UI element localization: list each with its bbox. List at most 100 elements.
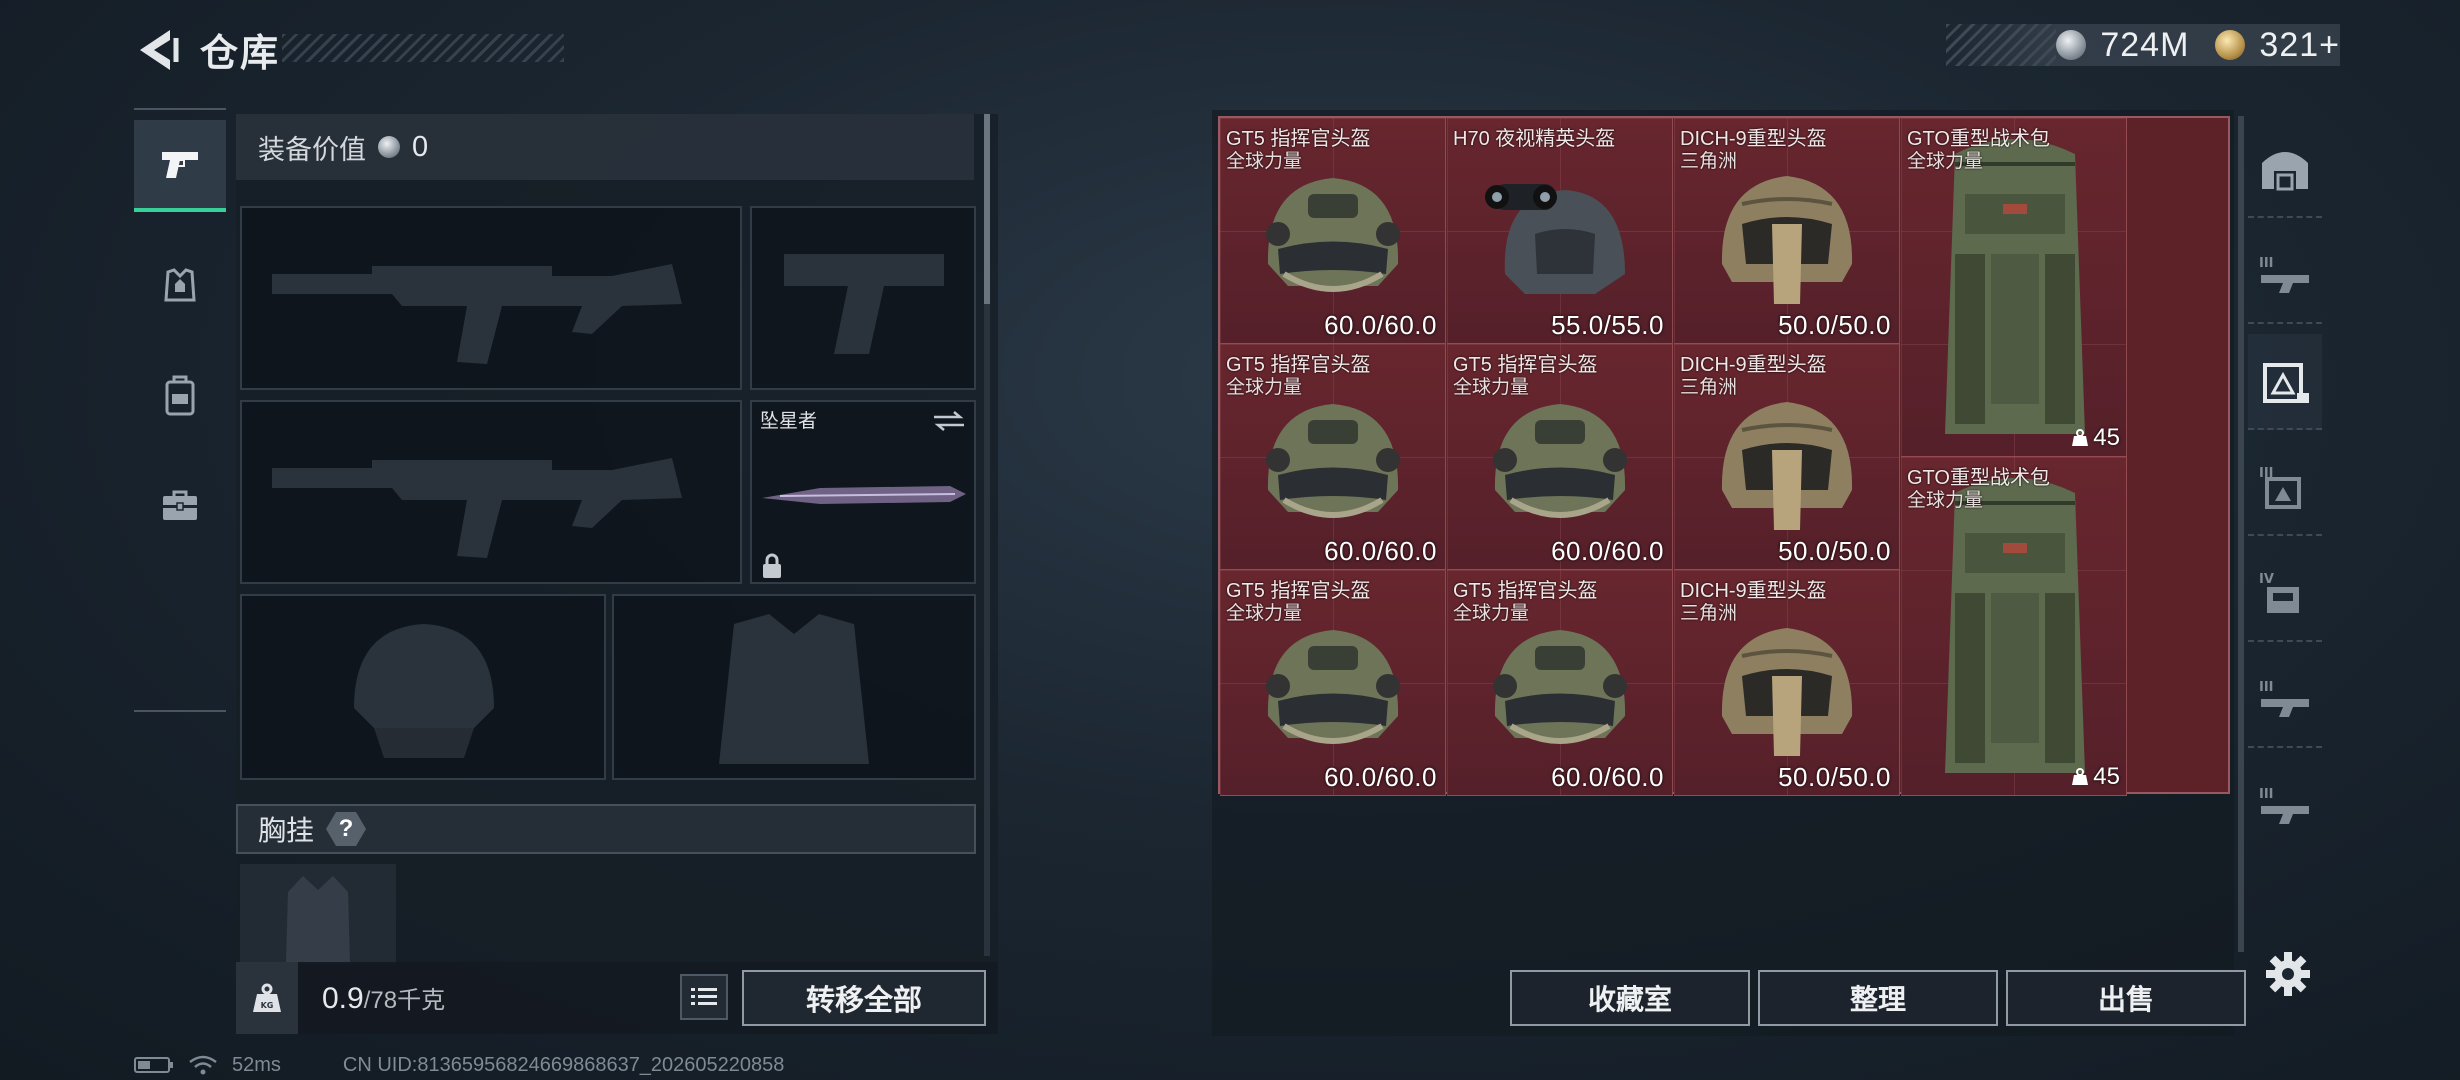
pistol-icon <box>162 152 198 178</box>
organize-button[interactable]: 整理 <box>1758 970 1998 1026</box>
item-capacity-value: 45 <box>2093 424 2120 451</box>
sell-button[interactable]: 出售 <box>2006 970 2246 1026</box>
nav-weapons[interactable] <box>134 120 226 212</box>
stash-tab-3d-icon: III <box>2259 787 2309 824</box>
equipment-value-amount: 0 <box>412 130 429 163</box>
stash-tab-5[interactable]: III <box>2248 652 2322 748</box>
gold-currency-value: 321+ <box>2259 25 2340 64</box>
page-title: 仓库 <box>200 33 281 75</box>
stash-item[interactable]: GT5 指挥官头盔 全球力量 60.0/60.0 <box>1220 118 1446 344</box>
nav-backpack[interactable] <box>134 350 226 442</box>
status-bar: 52ms CN UID:81365956824669868637_2026052… <box>134 1052 784 1078</box>
helmet-silhouette-icon <box>354 624 494 758</box>
stash-item[interactable]: GT5 指挥官头盔 全球力量 60.0/60.0 <box>1220 344 1446 570</box>
primary-weapon-slot-1[interactable] <box>240 206 742 390</box>
chest-rig-silhouette-icon <box>286 876 350 962</box>
weight-max: /78千克 <box>363 987 446 1014</box>
sidearm-slot[interactable] <box>750 206 976 390</box>
equipment-panel: 装备价值 0 坠星者 胸挂 ? <box>236 114 998 1034</box>
gear-icon <box>2266 952 2310 996</box>
stash-tab-4[interactable]: IV <box>2248 546 2322 642</box>
stash-item[interactable]: GT5 指挥官头盔 全球力量 60.0/60.0 <box>1447 344 1673 570</box>
stash-item[interactable]: GT5 指挥官头盔 全球力量 60.0/60.0 <box>1447 570 1673 796</box>
melee-item-name: 坠星者 <box>760 411 818 432</box>
ping-value: 52ms <box>232 1053 281 1076</box>
rifle-silhouette-icon <box>272 458 682 558</box>
weight-current: 0.9 <box>322 982 364 1015</box>
toolbox-icon <box>163 490 197 520</box>
help-button[interactable]: ? <box>326 812 367 846</box>
item-faction: 三角洲 <box>1680 377 1738 398</box>
inventory-footer: KG 0.9/78千克 转移全部 <box>236 962 998 1034</box>
helmet-image <box>1475 154 1645 319</box>
stash-tab-nav: III III IV III III <box>2248 116 2322 916</box>
stash-panel: GT5 指挥官头盔 全球力量 60.0/60.0 H70 夜视精英头盔 55.0/55.… <box>1212 110 2234 1036</box>
wifi-icon <box>189 1055 217 1075</box>
equipment-value-label: 装备价值 <box>258 134 366 165</box>
item-faction: 全球力量 <box>1226 377 1303 398</box>
chest-rig-slot[interactable] <box>240 864 396 964</box>
stash-tab-6[interactable]: III <box>2248 758 2322 854</box>
stash-item[interactable]: DICH-9重型头盔 三角洲 50.0/50.0 <box>1674 344 1900 570</box>
silver-currency-value: 724M <box>2100 25 2190 64</box>
stash-item[interactable]: H70 夜视精英头盔 55.0/55.0 <box>1447 118 1673 344</box>
pistol-silhouette-icon <box>784 254 944 354</box>
body-armor-slot[interactable] <box>612 594 976 780</box>
silver-coin-icon <box>378 136 400 158</box>
stash-item[interactable]: DICH-9重型头盔 三角洲 50.0/50.0 <box>1674 118 1900 344</box>
item-durability: 60.0/60.0 <box>1551 762 1664 792</box>
armor-vest-icon <box>164 268 196 302</box>
collection-room-button[interactable]: 收藏室 <box>1510 970 1750 1026</box>
svg-text:III: III <box>2259 680 2274 695</box>
backpack-image <box>1925 463 2105 798</box>
melee-slot[interactable]: 坠星者 <box>750 400 976 584</box>
item-faction: 三角洲 <box>1680 151 1738 172</box>
equipment-scrollbar[interactable] <box>984 114 990 956</box>
weight-readout: 0.9/78千克 <box>322 980 445 1016</box>
stash-item[interactable]: GTO重型战术包 全球力量 45 <box>1901 457 2127 796</box>
user-uid: CN UID:81365956824669868637_202605220858 <box>342 1053 785 1076</box>
list-view-button[interactable] <box>680 974 728 1020</box>
nav-armor[interactable] <box>134 240 226 332</box>
capacity-icon <box>2072 768 2089 785</box>
stash-tab-2[interactable] <box>2248 334 2322 430</box>
stash-tab-3-icon: III <box>2259 256 2309 293</box>
chest-rig-bar: 胸挂 ? <box>236 804 976 854</box>
stash-tab-home[interactable] <box>2248 122 2322 218</box>
item-durability: 50.0/50.0 <box>1778 310 1891 340</box>
back-button[interactable] <box>132 24 180 76</box>
stash-scrollbar[interactable] <box>2238 116 2244 952</box>
stash-item[interactable]: GTO重型战术包 全球力量 45 <box>1901 118 2127 457</box>
item-durability: 60.0/60.0 <box>1324 762 1437 792</box>
stash-item[interactable]: GT5 指挥官头盔 全球力量 60.0/60.0 <box>1220 570 1446 796</box>
stash-tab-3b-icon: III <box>2259 466 2301 509</box>
stash-item[interactable]: DICH-9重型头盔 三角洲 50.0/50.0 <box>1674 570 1900 796</box>
stash-tab-1[interactable]: III <box>2248 228 2322 324</box>
item-durability: 60.0/60.0 <box>1551 536 1664 566</box>
item-faction: 全球力量 <box>1907 490 1984 511</box>
backpack-image <box>1925 124 2105 459</box>
svg-text:IV: IV <box>2259 572 2274 587</box>
helmet-slot[interactable] <box>240 594 606 780</box>
svg-text:III: III <box>2259 787 2274 802</box>
settings-button[interactable] <box>2264 950 2312 998</box>
home-vault-icon <box>2262 152 2308 191</box>
svg-text:III: III <box>2259 256 2274 271</box>
chest-rig-label: 胸挂 <box>258 815 315 846</box>
swap-icon[interactable] <box>932 410 966 432</box>
stash-grid: GT5 指挥官头盔 全球力量 60.0/60.0 H70 夜视精英头盔 55.0/55.… <box>1218 116 2230 796</box>
stash-tab-4-icon: IV <box>2259 572 2299 613</box>
stash-tab-active-icon <box>2263 363 2309 403</box>
item-durability: 50.0/50.0 <box>1778 536 1891 566</box>
transfer-all-button[interactable]: 转移全部 <box>742 970 986 1026</box>
item-capacity: 45 <box>2071 763 2120 791</box>
primary-weapon-slot-2[interactable] <box>240 400 742 584</box>
item-faction: 全球力量 <box>1907 151 1984 172</box>
lock-icon <box>763 553 781 578</box>
helmet-image <box>1475 380 1645 545</box>
capacity-icon <box>2072 429 2089 446</box>
nav-toolbox[interactable] <box>134 460 226 552</box>
silver-coin-icon <box>2056 30 2087 60</box>
item-faction: 全球力量 <box>1226 151 1303 172</box>
stash-tab-3[interactable]: III <box>2248 440 2322 536</box>
